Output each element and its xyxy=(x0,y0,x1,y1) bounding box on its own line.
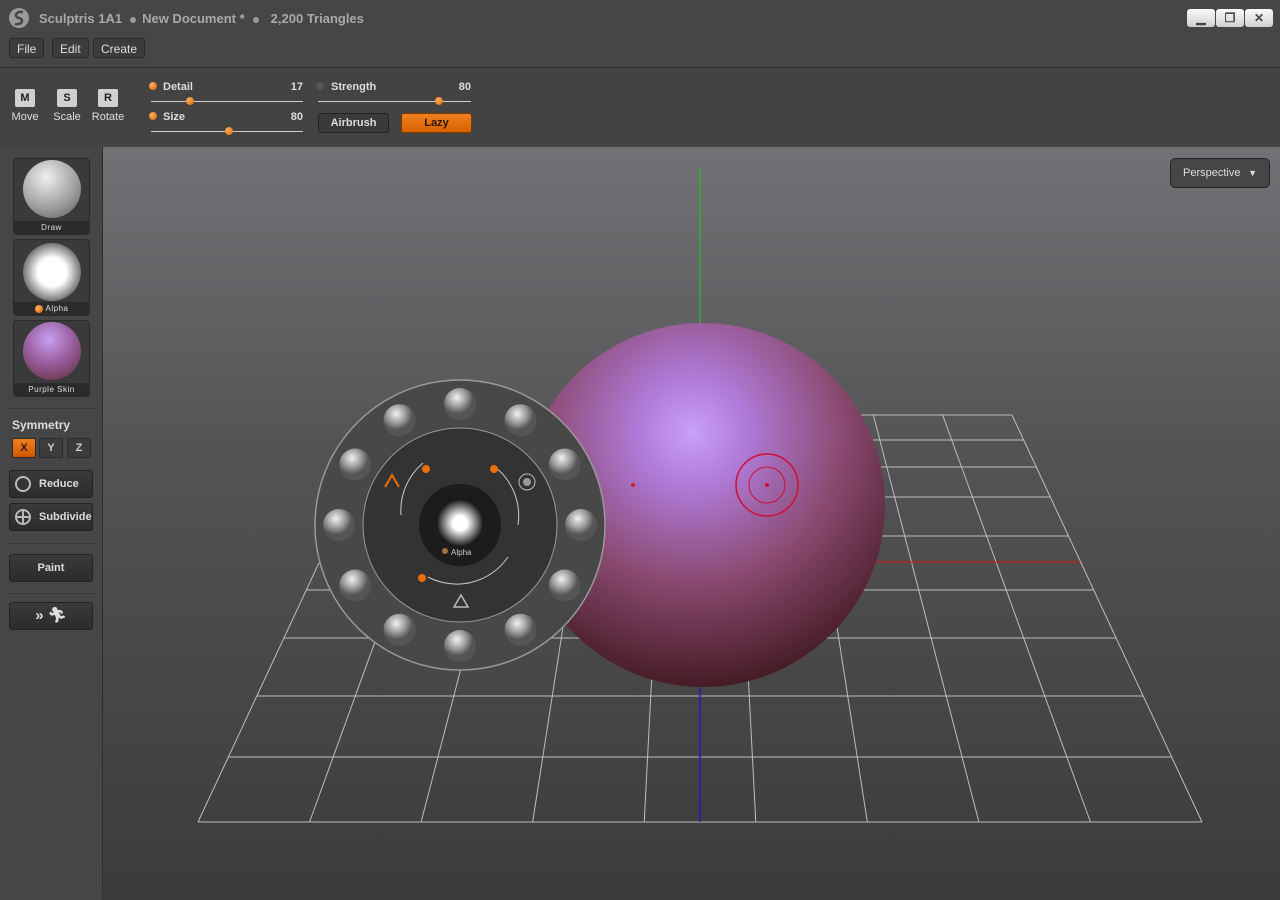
restore-button[interactable]: ❐ xyxy=(1216,9,1244,27)
brush-option[interactable] xyxy=(339,569,372,602)
detail-handle[interactable] xyxy=(418,574,426,582)
size-slider[interactable]: Size 80 xyxy=(149,111,303,137)
paint-button[interactable]: Paint xyxy=(9,554,93,582)
detail-toggle[interactable] xyxy=(149,82,157,90)
size-toggle[interactable] xyxy=(149,112,157,120)
reduce-icon xyxy=(15,476,31,493)
tool-label: Rotate xyxy=(91,111,125,123)
detail-track[interactable] xyxy=(151,101,303,102)
material-preview xyxy=(23,322,81,380)
brush-option[interactable] xyxy=(323,509,355,541)
sidebar: Draw Alpha Purple Skin Symmetry X Y Z Re… xyxy=(0,147,103,900)
size-value: 80 xyxy=(290,111,303,123)
brush-label: Draw xyxy=(14,221,89,234)
lazy-button[interactable]: Lazy xyxy=(401,113,472,133)
window-title: Sculptris 1A1 New Document * 2,200 Triangl… xyxy=(39,11,364,26)
symmetry-z-button[interactable]: Z xyxy=(67,438,91,458)
tool-label: Scale xyxy=(53,111,81,123)
divider xyxy=(8,408,96,409)
symmetry-y-button[interactable]: Y xyxy=(39,438,63,458)
move-tool[interactable]: M Move xyxy=(3,89,47,123)
menu-create[interactable]: Create xyxy=(93,38,146,58)
minimize-button[interactable]: ▁ xyxy=(1187,9,1215,27)
running-figure-icon: 🏃︎ xyxy=(47,607,67,624)
size-handle[interactable] xyxy=(422,465,430,473)
symmetry-point xyxy=(631,483,635,487)
toolbar: M Move S Scale R Rotate Detail 17 Size 80 S… xyxy=(0,69,1280,147)
symmetry-label: Symmetry xyxy=(12,418,71,432)
brush-option[interactable] xyxy=(504,613,537,646)
size-handle[interactable] xyxy=(225,127,234,135)
subdivide-button[interactable]: Subdivide xyxy=(9,503,93,531)
brush-option[interactable] xyxy=(504,404,537,437)
brush-preview xyxy=(23,160,81,218)
detail-slider[interactable]: Detail 17 xyxy=(149,81,303,107)
strength-toggle[interactable] xyxy=(316,82,324,90)
rotate-icon: R xyxy=(98,89,118,107)
alpha-preview xyxy=(23,243,81,301)
strength-handle[interactable] xyxy=(490,465,498,473)
brush-option[interactable] xyxy=(565,509,597,541)
divider xyxy=(8,543,96,544)
move-icon: M xyxy=(15,89,35,107)
strength-handle[interactable] xyxy=(434,97,443,105)
grid-line xyxy=(942,414,1091,823)
brush-option[interactable] xyxy=(339,448,372,481)
tool-label: Move xyxy=(11,111,39,123)
brush-option[interactable] xyxy=(548,448,581,481)
detail-handle[interactable] xyxy=(186,97,195,105)
grid-line xyxy=(1011,414,1203,823)
scale-icon: S xyxy=(57,89,77,107)
title-bar: Sculptris 1A1 New Document * 2,200 Triangl… xyxy=(0,0,1280,68)
rotate-tool[interactable]: R Rotate xyxy=(86,89,130,123)
brush-option[interactable] xyxy=(383,404,416,437)
reduce-button[interactable]: Reduce xyxy=(9,470,93,498)
divider xyxy=(8,593,96,594)
alpha-thumbnail[interactable]: Alpha xyxy=(13,239,90,316)
brush-option[interactable] xyxy=(444,388,476,420)
brush-option[interactable] xyxy=(383,613,416,646)
strength-slider[interactable]: Strength 80 xyxy=(316,81,471,107)
strength-track[interactable] xyxy=(318,101,471,102)
brush-option[interactable] xyxy=(548,569,581,602)
brush-option[interactable] xyxy=(444,630,476,662)
alpha-toggle-icon[interactable] xyxy=(34,304,43,313)
scene[interactable]: Alpha xyxy=(103,147,1280,900)
material-thumbnail[interactable]: Purple Skin xyxy=(13,320,90,397)
material-label: Purple Skin xyxy=(14,383,89,396)
strength-label: Strength xyxy=(331,81,377,93)
size-label: Size xyxy=(163,111,186,123)
airbrush-button[interactable]: Airbrush xyxy=(318,113,389,133)
radial-menu[interactable]: Alpha xyxy=(314,379,606,671)
radial-alpha-label: Alpha xyxy=(451,548,472,557)
menu-file[interactable]: File xyxy=(9,38,45,58)
menu-edit[interactable]: Edit xyxy=(52,38,89,58)
scale-tool[interactable]: S Scale xyxy=(45,89,89,123)
alpha-toggle-icon[interactable] xyxy=(442,548,448,554)
close-button[interactable]: ✕ xyxy=(1245,9,1273,27)
projection-dropdown[interactable]: Perspective ▼ xyxy=(1170,158,1270,188)
3d-viewport[interactable]: Alpha Perspective ▼ xyxy=(103,147,1280,900)
strength-value: 80 xyxy=(458,81,471,93)
detail-label: Detail xyxy=(163,81,193,93)
brush-cursor-center xyxy=(765,483,769,487)
subdivide-icon xyxy=(15,509,31,526)
alpha-label: Alpha xyxy=(14,302,89,315)
chevron-down-icon: ▼ xyxy=(1248,168,1257,178)
chevrons-icon: » xyxy=(35,607,44,624)
detail-value: 17 xyxy=(290,81,303,93)
alpha-preview xyxy=(436,499,484,547)
sculptris-logo-icon xyxy=(9,8,29,28)
symmetry-x-button[interactable]: X xyxy=(12,438,36,458)
grid-line xyxy=(872,414,980,823)
brush-thumbnail[interactable]: Draw xyxy=(13,158,90,235)
pose-button[interactable]: » 🏃︎ xyxy=(9,602,93,630)
